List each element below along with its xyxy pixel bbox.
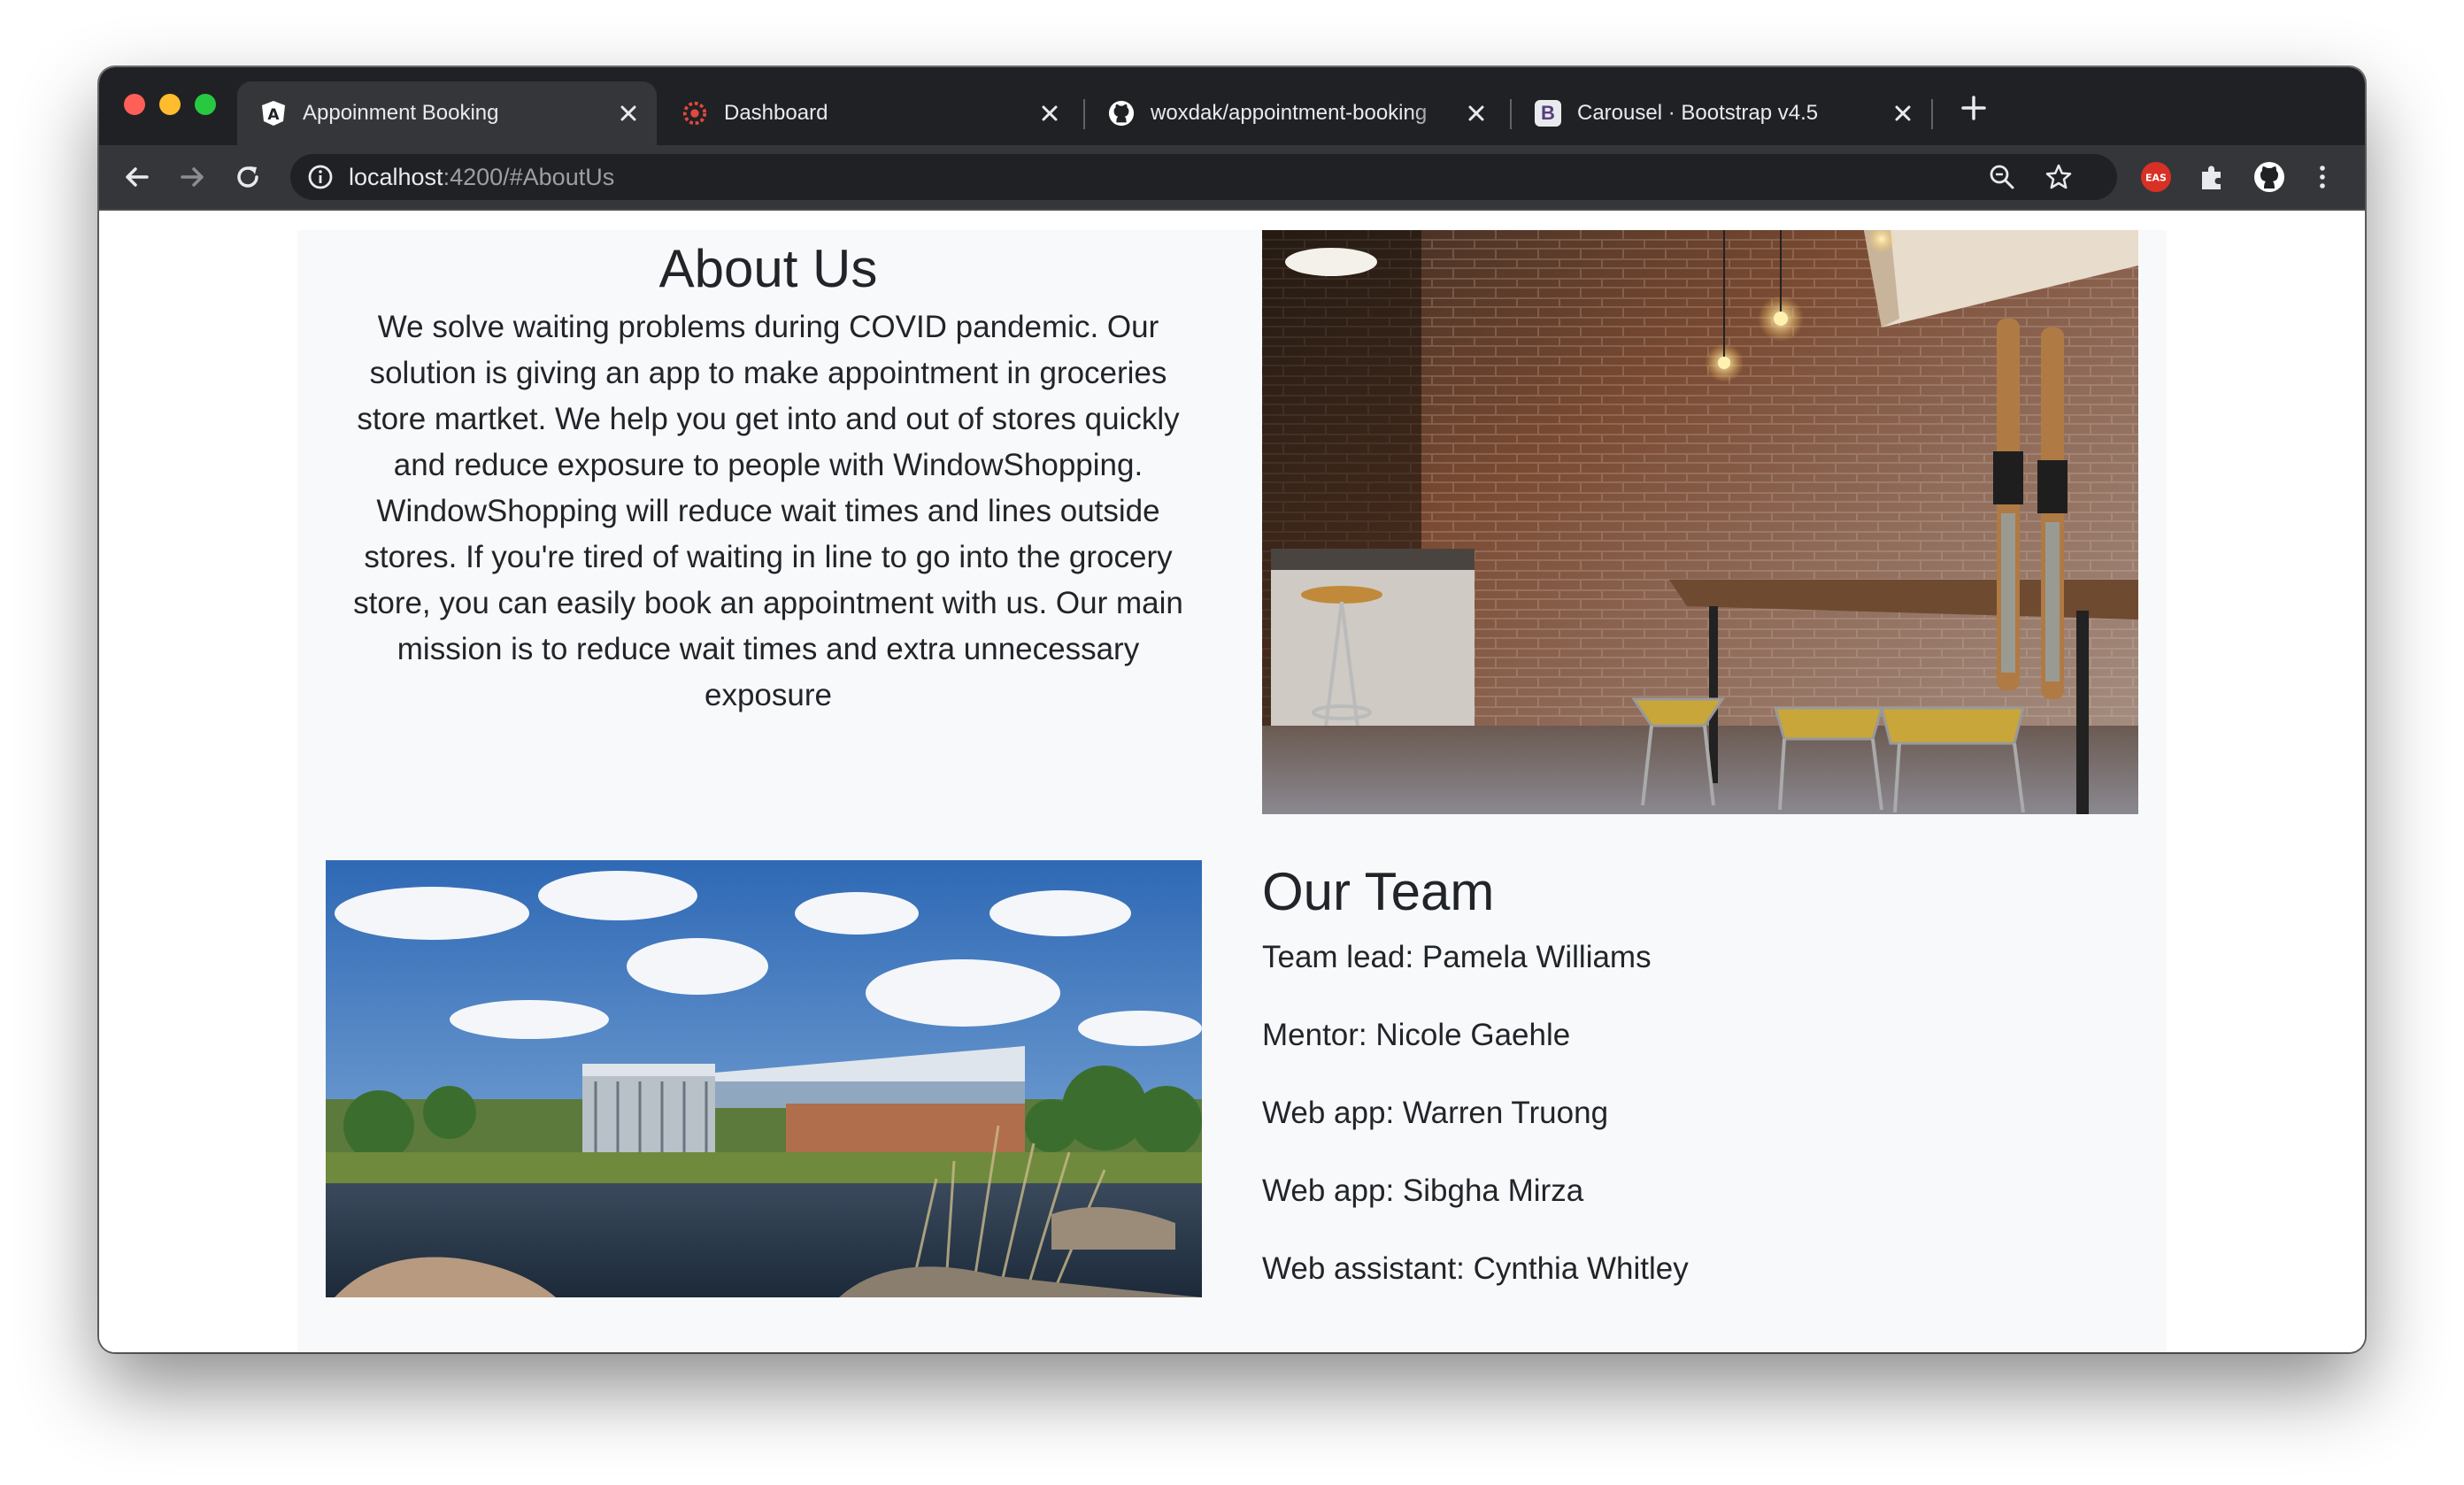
team-member: Team lead: Pamela Williams (1262, 940, 1652, 974)
close-window-button[interactable] (124, 94, 145, 115)
tab-github-repo[interactable]: woxdak/appointment-booking (1085, 81, 1505, 145)
extension-eas-icon[interactable]: EAS (2140, 161, 2172, 193)
new-tab-button[interactable] (1956, 90, 1991, 126)
extension-badge-label: EAS (2145, 173, 2167, 184)
angular-favicon-letter: A (267, 106, 280, 124)
campus-building-image (326, 860, 1202, 1297)
extensions-puzzle-icon[interactable] (2197, 161, 2229, 193)
tab-title: Carousel · Bootstrap v4.5 (1577, 101, 1819, 125)
close-tab-icon[interactable] (1890, 101, 1915, 126)
browser-toolbar: localhost:4200/#AboutUs EAS (99, 145, 2365, 211)
forward-button[interactable] (173, 158, 212, 196)
tab-strip: A Appoinment Booking Dashboard woxdak/ap… (99, 67, 2365, 145)
reload-icon (237, 166, 258, 188)
url-text[interactable]: localhost:4200/#AboutUs (349, 154, 614, 200)
address-bar[interactable]: localhost:4200/#AboutUs (290, 154, 2117, 200)
maximize-window-button[interactable] (195, 94, 216, 115)
url-host: localhost (349, 164, 443, 190)
browser-window: A Appoinment Booking Dashboard woxdak/ap… (99, 67, 2365, 1352)
arrow-left-icon (126, 167, 149, 187)
back-button[interactable] (117, 158, 156, 196)
tab-dashboard[interactable]: Dashboard (658, 81, 1078, 145)
close-tab-icon[interactable] (1464, 101, 1489, 126)
url-path: :4200/#AboutUs (443, 164, 615, 190)
tab-title: Dashboard (724, 101, 828, 125)
tab-separator (1931, 99, 1933, 129)
info-icon[interactable] (306, 163, 335, 191)
close-tab-icon[interactable] (616, 101, 641, 126)
team-member: Mentor: Nicole Gaehle (1262, 1018, 1571, 1052)
tab-bootstrap-carousel[interactable]: B Carousel · Bootstrap v4.5 (1512, 81, 1931, 145)
zoom-icon[interactable] (1988, 163, 2016, 191)
reload-button[interactable] (228, 158, 267, 196)
github-extension-icon[interactable] (2253, 161, 2285, 193)
about-us-text: We solve waiting problems during COVID p… (353, 310, 1183, 712)
bootstrap-icon: B (1535, 100, 1561, 127)
page-content: About Us We solve waiting problems durin… (99, 211, 2365, 1352)
team-member: Web app: Warren Truong (1262, 1096, 1609, 1130)
tab-appointment-booking[interactable]: A Appoinment Booking (237, 81, 657, 145)
minimize-window-button[interactable] (159, 94, 181, 115)
our-team-heading: Our Team (1262, 862, 1495, 921)
tab-title: Appoinment Booking (303, 101, 499, 125)
content-container: About Us We solve waiting problems durin… (297, 230, 2167, 1352)
cafe-interior-image (1262, 230, 2138, 814)
plus-icon (1961, 96, 1986, 120)
angular-icon: A (260, 100, 287, 127)
arrow-right-icon (181, 167, 204, 187)
about-us-heading: About Us (658, 239, 878, 298)
dashboard-gear-icon (681, 100, 708, 127)
github-icon (1108, 100, 1135, 127)
team-member: Web assistant: Cynthia Whitley (1262, 1251, 1689, 1286)
tab-title: woxdak/appointment-booking (1151, 101, 1428, 125)
team-list: Team lead: Pamela Williams Mentor: Nicol… (1262, 938, 2129, 1327)
close-tab-icon[interactable] (1037, 101, 1062, 126)
kebab-menu-icon[interactable] (2306, 161, 2338, 193)
team-member: Web app: Sibgha Mirza (1262, 1173, 1584, 1208)
bookmark-star-icon[interactable] (2044, 163, 2073, 191)
